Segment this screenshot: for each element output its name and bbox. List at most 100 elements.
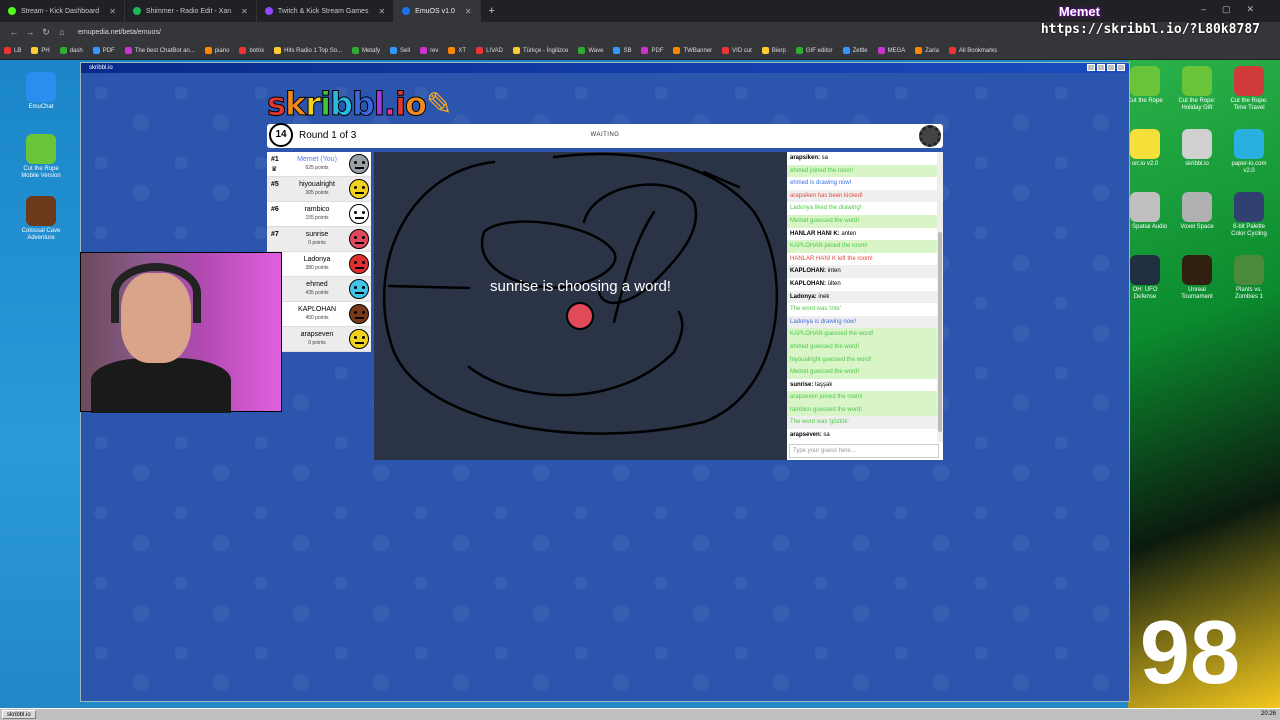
home-icon[interactable]: ⌂ [54, 27, 70, 37]
player-row: #7 sunrise 0 points [267, 227, 371, 252]
tab-close-icon[interactable]: ✕ [241, 7, 248, 16]
desktop-icon-label: Plants vs. Zombies 1 [1234, 287, 1263, 300]
bookmark-item[interactable]: LIVAD [476, 47, 503, 54]
bookmark-label: LIVAD [486, 47, 503, 54]
desktop-icon[interactable]: Voxel Space [1174, 192, 1220, 231]
logo-letter: k [285, 85, 307, 124]
player-avatar [349, 279, 369, 299]
bookmark-label: Wave [588, 47, 604, 54]
bookmark-item[interactable]: XT [448, 47, 466, 54]
forward-icon[interactable]: → [22, 27, 38, 37]
bookmark-item[interactable]: MEGA [877, 47, 905, 54]
player-points: 625 points [305, 165, 329, 171]
choosing-message: sunrise is choosing a word! [490, 278, 671, 295]
bookmark-label: piano [214, 47, 230, 54]
taskbar-item[interactable]: skribbl.io [2, 710, 36, 719]
chat-text: Ladonya liked the drawing! [790, 205, 862, 212]
bookmark-label: PH [41, 47, 50, 54]
minimize-icon[interactable] [1097, 64, 1105, 71]
desktop-icon[interactable]: 8-bit Palette Color Cycling [1226, 192, 1272, 238]
bookmark-item[interactable]: GIF editor [795, 47, 833, 54]
bookmark-item[interactable]: Türkçe - İngilizce [512, 47, 568, 54]
game-top-bar: 14 Round 1 of 3 WAITING [267, 123, 943, 148]
bookmark-item[interactable]: Hits Radio 1 Top So... [274, 47, 342, 54]
bookmark-item[interactable]: dash [59, 47, 83, 54]
reload-icon[interactable]: ↻ [38, 27, 54, 38]
tab-close-icon[interactable]: ✕ [109, 7, 116, 16]
bookmark-icon [352, 47, 360, 54]
url-field[interactable]: emupedia.net/beta/emuos/ [78, 29, 161, 36]
browser-tab[interactable]: Twitch & Kick Stream Games ✕ [257, 0, 395, 22]
browser-tab[interactable]: EmuOS v1.0 ✕ [394, 0, 481, 22]
window-controls[interactable]: –▢✕ [1201, 4, 1270, 15]
app-icon [1234, 66, 1264, 96]
desktop-icon[interactable]: Cut the Rope: Holiday Gift [1174, 66, 1220, 112]
help-icon[interactable] [1087, 64, 1095, 71]
app-icon [1130, 129, 1160, 159]
crown-icon: ♛ [271, 166, 278, 173]
bookmark-item[interactable]: Bierp [761, 47, 786, 54]
desktop-icon[interactable]: Plants vs. Zombies 1 [1226, 255, 1272, 301]
bookmark-item[interactable]: Metafy [352, 47, 380, 54]
bookmark-item[interactable]: botrix [239, 47, 264, 54]
desktop-icon[interactable]: EmuChat [18, 72, 64, 111]
webcam-overlay [80, 252, 282, 413]
bookmark-item[interactable]: Zettle [842, 47, 868, 54]
logo-letter: i [320, 85, 332, 124]
tab-close-icon[interactable]: ✕ [378, 7, 385, 16]
back-icon[interactable]: ← [6, 27, 22, 37]
tab-favicon-icon [402, 7, 411, 15]
desktop-icon[interactable]: Unreal Tournament [1174, 255, 1220, 301]
desktop-icon[interactable]: Cut the Rope: Time Travel [1226, 66, 1272, 112]
browser-tab[interactable]: Shimmer - Radio Edit - Xan ✕ [125, 0, 257, 22]
chat-text: The word was 'gözlük' [790, 419, 849, 426]
drawing-canvas[interactable]: sunrise is choosing a word! [374, 152, 787, 460]
desktop-icon[interactable]: Cut the Rope Mobile Version [18, 134, 64, 180]
desktop-icon[interactable]: skribbl.io [1174, 129, 1220, 168]
bookmark-icon [512, 47, 520, 54]
chat-message: KAPLOHAN guessed the word! [787, 328, 937, 341]
maximize-icon[interactable] [1107, 64, 1115, 71]
bookmark-item[interactable]: Sell [390, 47, 410, 54]
logo-letter: l [373, 85, 385, 124]
chat-message: arapsiken has been kicked! [787, 189, 937, 203]
app-icon [1182, 192, 1212, 222]
guess-input[interactable]: Type your guess here... [789, 444, 939, 458]
player-points: 305 points [305, 190, 329, 196]
chat-user: arapsiken: [790, 155, 821, 161]
close-icon[interactable] [1117, 64, 1125, 71]
chat-user: sunrise: [790, 381, 814, 388]
bookmark-item[interactable]: Wave [578, 47, 603, 54]
browser-tab[interactable]: Stream - Kick Dashboard ✕ [0, 0, 125, 22]
bookmark-item[interactable]: LB [4, 47, 21, 54]
bookmark-item[interactable]: Zarla [915, 47, 939, 54]
bookmark-icon [92, 47, 100, 54]
player-name: rambico [304, 206, 330, 213]
bookmark-label: Zarla [925, 47, 939, 54]
desktop-icon-label: paper-io.com v2.0 [1231, 161, 1267, 174]
new-tab-icon[interactable]: + [481, 5, 503, 17]
tab-close-icon[interactable]: ✕ [465, 7, 472, 16]
bookmark-label: rev [430, 47, 439, 54]
player-avatar [349, 254, 369, 274]
logo-letter: o [404, 85, 427, 124]
bookmark-icon [877, 47, 885, 54]
player-avatar [349, 179, 369, 199]
bookmark-item[interactable]: VID cut [722, 47, 752, 54]
bookmark-item[interactable]: PDF [92, 47, 115, 54]
bookmark-item[interactable]: rev [420, 47, 438, 54]
bookmark-item[interactable]: piano [204, 47, 230, 54]
bookmark-item[interactable]: SB [613, 47, 631, 54]
bookmark-item[interactable]: PH [31, 47, 50, 54]
bookmark-icon [795, 47, 803, 54]
desktop-icon[interactable]: paper-io.com v2.0 [1226, 129, 1272, 175]
settings-gear-icon[interactable] [919, 125, 941, 147]
desktop-icon[interactable]: Colossal Cave Adventure [18, 196, 64, 242]
player-name: Memet (You) [297, 156, 337, 163]
bookmark-item[interactable]: All Bookmarks [948, 47, 997, 54]
bookmark-item[interactable]: TWBanner [673, 47, 712, 54]
bookmark-icon [948, 47, 956, 54]
bookmark-item[interactable]: PDF [641, 47, 663, 54]
chat-scrollbar[interactable] [937, 152, 943, 442]
bookmark-item[interactable]: The best ChatBot an... [124, 47, 195, 54]
